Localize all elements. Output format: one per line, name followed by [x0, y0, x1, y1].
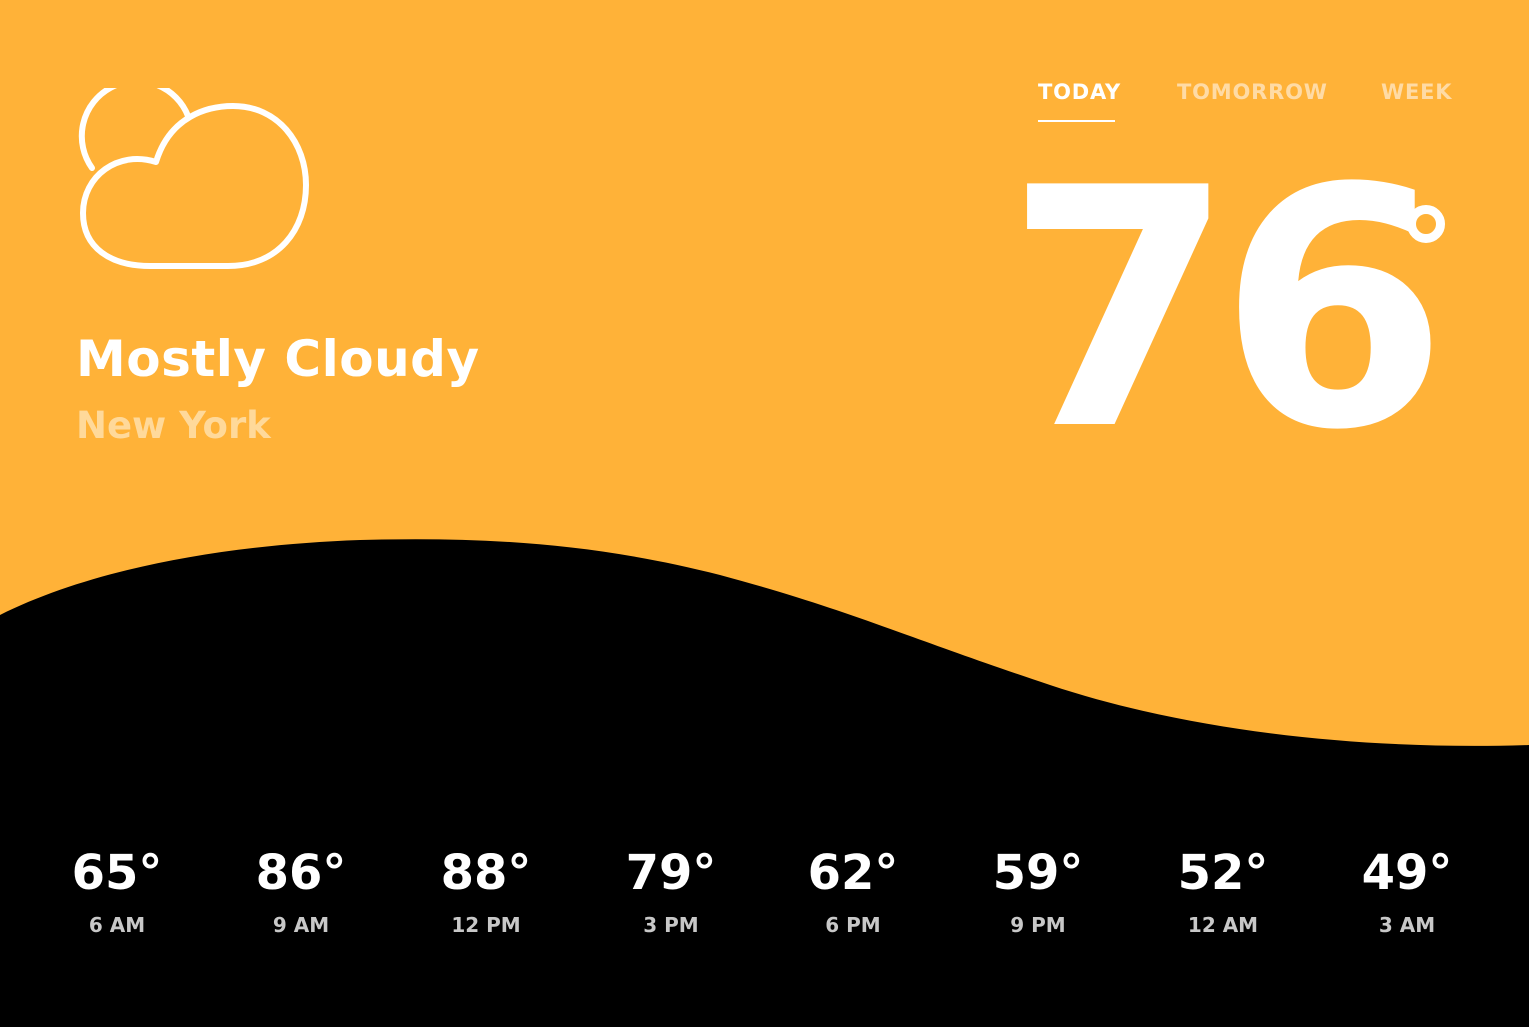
hourly-temperature: 52°	[1177, 845, 1269, 901]
hourly-temperature: 86°	[255, 845, 347, 901]
hourly-item: 88° 12 PM	[411, 845, 561, 937]
hourly-item: 49° 3 AM	[1332, 845, 1482, 937]
hourly-temperature: 62°	[807, 845, 899, 901]
hourly-time: 3 PM	[643, 913, 699, 937]
tab-today[interactable]: TODAY	[1038, 80, 1121, 104]
hourly-item: 62° 6 PM	[778, 845, 928, 937]
hourly-time: 6 PM	[825, 913, 881, 937]
hourly-temperature: 88°	[440, 845, 532, 901]
hourly-time: 12 PM	[451, 913, 521, 937]
hourly-item: 86° 9 AM	[226, 845, 376, 937]
tab-tomorrow[interactable]: TOMORROW	[1177, 80, 1328, 104]
hourly-temperature: 49°	[1361, 845, 1453, 901]
hourly-temperature: 79°	[625, 845, 717, 901]
location-name: New York	[76, 404, 271, 447]
hourly-time: 9 PM	[1010, 913, 1066, 937]
hourly-item: 79° 3 PM	[596, 845, 746, 937]
hourly-item: 65° 6 AM	[42, 845, 192, 937]
tab-week[interactable]: WEEK	[1381, 80, 1452, 104]
hourly-temperature: 65°	[71, 845, 163, 901]
hourly-forecast: 65° 6 AM 86° 9 AM 88° 12 PM 79° 3 PM 62°…	[0, 845, 1529, 955]
hourly-temperature: 59°	[992, 845, 1084, 901]
degree-symbol-icon	[1407, 205, 1445, 243]
hourly-time: 3 AM	[1378, 913, 1436, 937]
hourly-item: 52° 12 AM	[1148, 845, 1298, 937]
current-temperature: 76	[1005, 118, 1448, 502]
hourly-time: 6 AM	[88, 913, 146, 937]
weather-app: Mostly Cloudy New York TODAY TOMORROW WE…	[0, 0, 1529, 1027]
hourly-time: 12 AM	[1187, 913, 1259, 937]
hourly-item: 59° 9 PM	[963, 845, 1113, 937]
cloud-icon	[78, 88, 309, 269]
weather-condition: Mostly Cloudy	[76, 330, 480, 388]
hourly-time: 9 AM	[272, 913, 330, 937]
